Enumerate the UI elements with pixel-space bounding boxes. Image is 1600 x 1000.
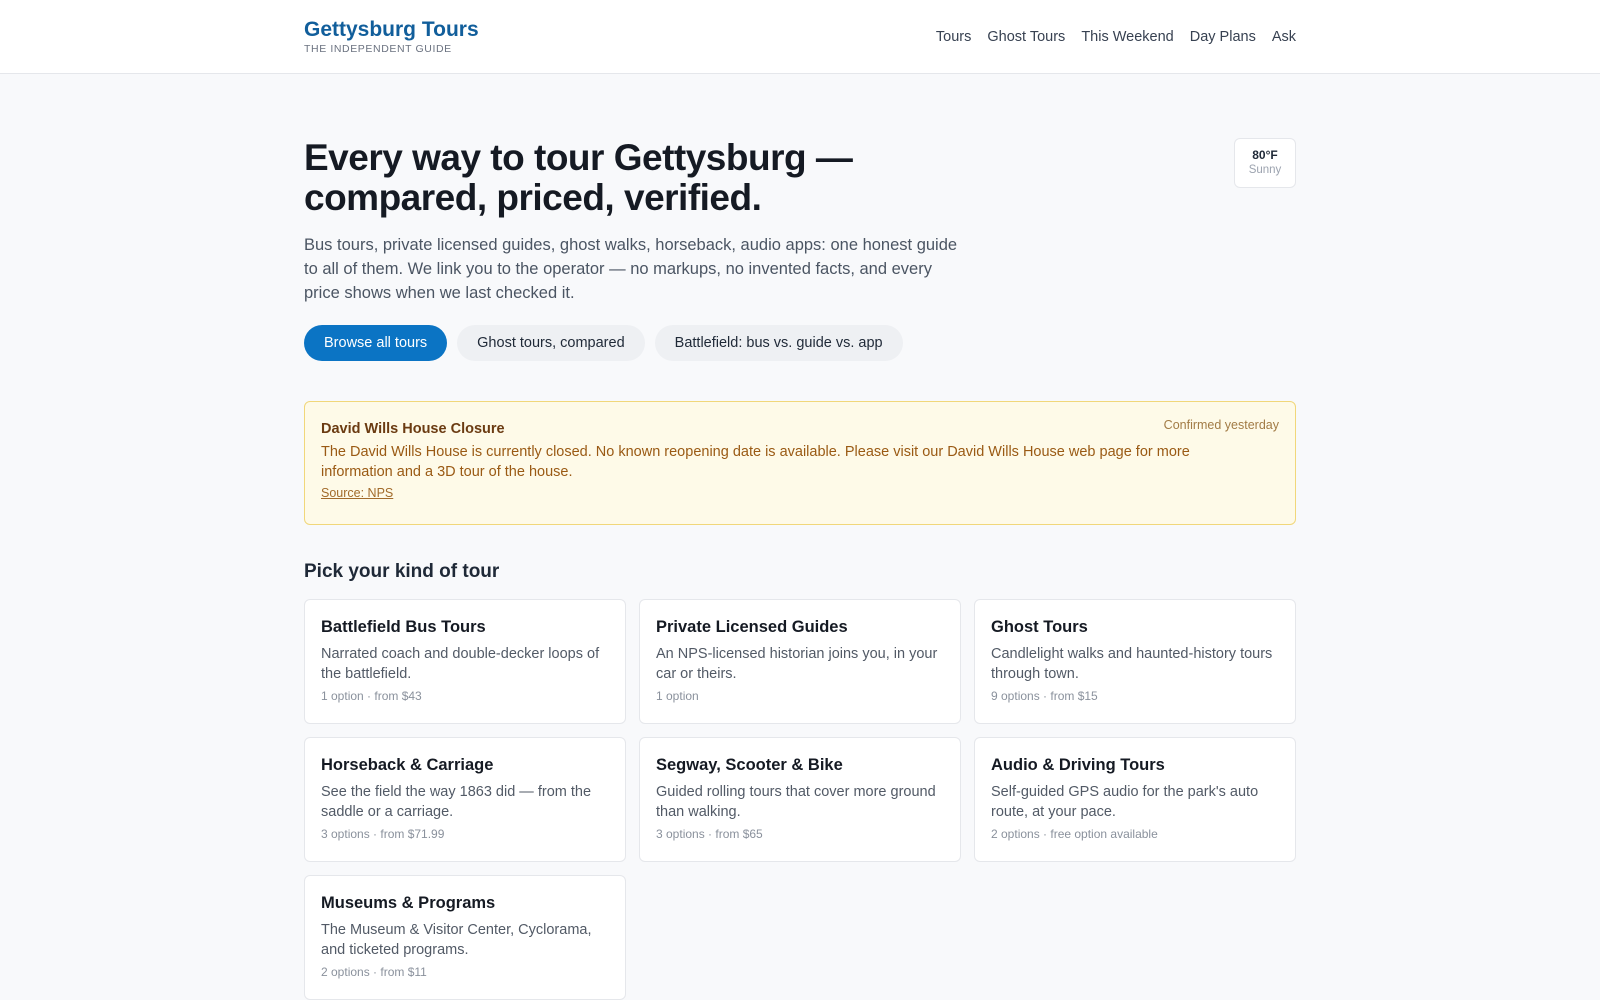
hero-intro: Bus tours, private licensed guides, ghos… — [304, 236, 958, 302]
battlefield-comparison-button[interactable]: Battlefield: bus vs. guide vs. app — [654, 325, 903, 361]
tour-category-grid: Battlefield Bus Tours Narrated coach and… — [304, 599, 1296, 1000]
card-meta: 2 options · from $11 — [321, 965, 427, 979]
ghost-tours-compared-button[interactable]: Ghost tours, compared — [457, 325, 645, 361]
card-meta: 3 options · from $71.99 — [321, 827, 445, 841]
card-meta: 1 option · from $43 — [321, 689, 422, 703]
closure-alert: David Wills House Closure The David Will… — [304, 401, 1296, 525]
card-title: Horseback & Carriage — [321, 756, 494, 774]
site-brand[interactable]: Gettysburg Tours THE INDEPENDENT GUIDE — [304, 17, 479, 55]
weather-temp: 80°F — [1252, 148, 1278, 162]
card-meta: 2 options · free option available — [991, 827, 1158, 841]
top-bar-inner: Gettysburg Tours THE INDEPENDENT GUIDE T… — [304, 0, 1296, 73]
card-description: Candlelight walks and haunted-history to… — [991, 646, 1273, 682]
category-card-segway-scooter-bike[interactable]: Segway, Scooter & Bike Guided rolling to… — [639, 737, 961, 862]
main-nav: Tours Ghost Tours This Weekend Day Plans… — [936, 29, 1296, 45]
section-title: Pick your kind of tour — [304, 561, 500, 582]
card-title: Ghost Tours — [991, 618, 1088, 636]
card-meta: 1 option — [656, 689, 699, 703]
category-card-audio-driving[interactable]: Audio & Driving Tours Self-guided GPS au… — [974, 737, 1296, 862]
browse-all-tours-button[interactable]: Browse all tours — [304, 325, 448, 361]
card-title: Segway, Scooter & Bike — [656, 756, 843, 774]
card-title: Audio & Driving Tours — [991, 756, 1165, 774]
card-description: Self-guided GPS audio for the park's aut… — [991, 784, 1259, 820]
top-bar: Gettysburg Tours THE INDEPENDENT GUIDE T… — [0, 0, 1600, 74]
category-card-ghost-tours[interactable]: Ghost Tours Candlelight walks and haunte… — [974, 599, 1296, 724]
alert-source-link[interactable]: Source: NPS — [321, 486, 393, 500]
site-title: Gettysburg Tours — [304, 17, 479, 41]
nav-this-weekend[interactable]: This Weekend — [1081, 29, 1173, 45]
card-meta: 9 options · from $15 — [991, 689, 1098, 703]
card-description: Guided rolling tours that cover more gro… — [656, 784, 936, 820]
cta-row: Browse all tours Ghost tours, compared B… — [304, 325, 1296, 361]
card-meta: 3 options · from $65 — [656, 827, 763, 841]
alert-title: David Wills House Closure — [321, 421, 505, 437]
hero-title: Every way to tour Gettysburg — compared,… — [304, 137, 853, 218]
category-card-bus-tours[interactable]: Battlefield Bus Tours Narrated coach and… — [304, 599, 626, 724]
main-content: Every way to tour Gettysburg — compared,… — [304, 74, 1296, 1000]
nav-tours[interactable]: Tours — [936, 29, 971, 45]
nav-day-plans[interactable]: Day Plans — [1190, 29, 1256, 45]
weather-condition: Sunny — [1248, 164, 1282, 176]
weather-widget: 80°F Sunny — [1234, 138, 1296, 188]
card-description: Narrated coach and double-decker loops o… — [321, 646, 600, 682]
category-card-private-guides[interactable]: Private Licensed Guides An NPS-licensed … — [639, 599, 961, 724]
card-description: An NPS-licensed historian joins you, in … — [656, 646, 938, 682]
nav-ghost-tours[interactable]: Ghost Tours — [987, 29, 1065, 45]
hero-section: Every way to tour Gettysburg — compared,… — [304, 74, 1296, 361]
card-title: Museums & Programs — [321, 894, 496, 912]
category-card-museums-programs[interactable]: Museums & Programs The Museum & Visitor … — [304, 875, 626, 1000]
alert-confirmed-date: Confirmed yesterday — [1163, 418, 1279, 432]
card-title: Private Licensed Guides — [656, 618, 848, 636]
nav-ask[interactable]: Ask — [1272, 29, 1296, 45]
category-card-horseback-carriage[interactable]: Horseback & Carriage See the field the w… — [304, 737, 626, 862]
site-tagline: THE INDEPENDENT GUIDE — [304, 42, 452, 55]
card-description: See the field the way 1863 did — from th… — [321, 784, 592, 820]
alert-body: The David Wills House is currently close… — [321, 444, 1190, 480]
card-description: The Museum & Visitor Center, Cyclorama, … — [321, 922, 592, 958]
card-title: Battlefield Bus Tours — [321, 618, 486, 636]
